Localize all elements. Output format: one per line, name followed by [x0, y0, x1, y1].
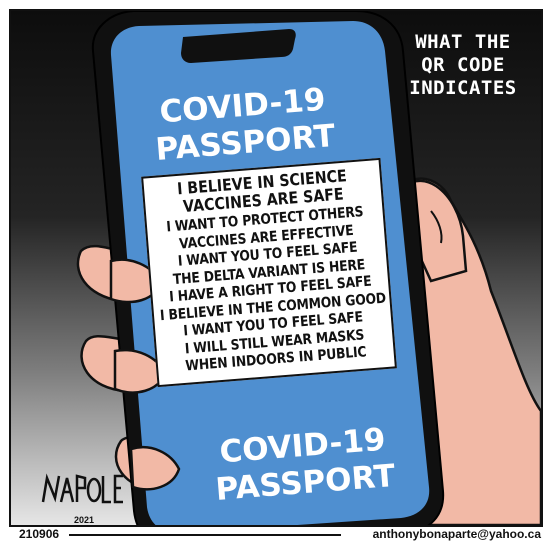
qr-statement-box: I BELIEVE IN SCIENCE VACCINES ARE SAFE I… [141, 157, 397, 387]
caption-line-2: QR CODE [421, 54, 505, 76]
signature-year: 2021 [74, 515, 95, 525]
footer: 210906 anthonybonaparte@yahoo.ca [9, 525, 541, 541]
caption-line-3: INDICATES [409, 77, 517, 99]
cartoon-id: 210906 [19, 527, 60, 541]
passport-title-top: COVID-19 PASSPORT [141, 80, 346, 169]
caption: WHAT THE QR CODE INDICATES [383, 31, 541, 100]
caption-line-1: WHAT THE [415, 31, 511, 53]
footer-divider [69, 534, 341, 536]
cartoon-panel: WHAT THE QR CODE INDICATES COVID-19 PASS… [9, 9, 543, 527]
artist-signature [41, 473, 123, 504]
artist-email: anthonybonaparte@yahoo.ca [372, 527, 541, 541]
passport-title-bottom: COVID-19 PASSPORT [201, 420, 406, 509]
